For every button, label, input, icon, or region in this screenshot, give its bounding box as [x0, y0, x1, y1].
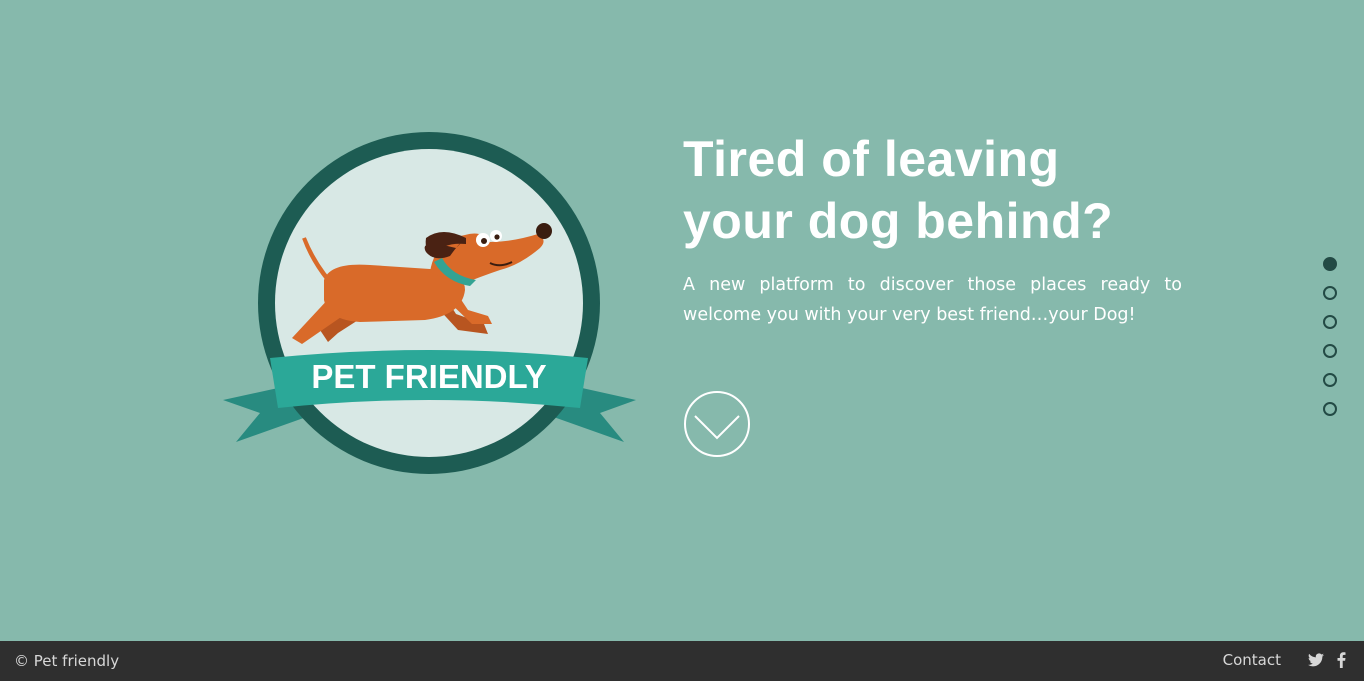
hero-section: Tired of leaving your dog behind? A new …: [683, 128, 1183, 330]
contact-link[interactable]: Contact: [1223, 651, 1281, 669]
facebook-icon[interactable]: [1337, 652, 1346, 668]
section-nav-dot-6[interactable]: [1323, 402, 1337, 416]
section-nav: [1323, 257, 1339, 431]
section-nav-dot-5[interactable]: [1323, 373, 1337, 387]
footer-copyright: © Pet friendly: [14, 652, 120, 670]
scroll-down-button[interactable]: [683, 390, 751, 458]
footer-links: Contact: [1223, 651, 1346, 669]
section-nav-dot-4[interactable]: [1323, 344, 1337, 358]
pet-friendly-badge: PET FRIENDLY: [223, 132, 636, 474]
footer: © Pet friendly Contact: [0, 641, 1364, 681]
hero-title: Tired of leaving your dog behind?: [683, 131, 1114, 249]
badge-ribbon-text: PET FRIENDLY: [311, 358, 546, 395]
hero-description: A new platform to discover those places …: [683, 275, 1182, 325]
twitter-icon[interactable]: [1308, 653, 1324, 667]
chevron-down-icon: [694, 415, 740, 440]
section-nav-dot-2[interactable]: [1323, 286, 1337, 300]
section-nav-dot-1[interactable]: [1323, 257, 1337, 271]
section-nav-dot-3[interactable]: [1323, 315, 1337, 329]
landing-page: PET FRIENDLY Tired of leaving your dog b…: [0, 0, 1364, 681]
